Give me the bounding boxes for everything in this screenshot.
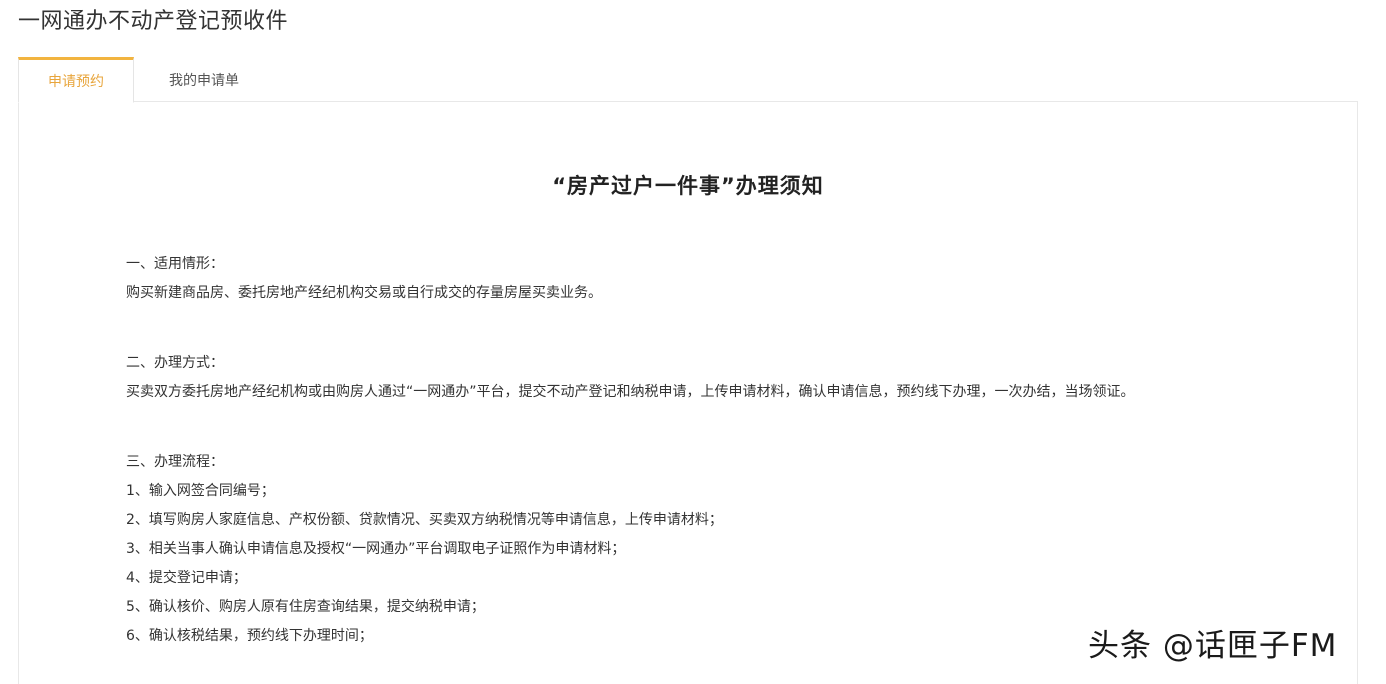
page-root: 一网通办不动产登记预收件 申请预约 我的申请单 “房产过户一件事”办理须知 一、… [0, 0, 1386, 684]
page-title: 一网通办不动产登记预收件 [18, 9, 289, 34]
tab-bar: 申请预约 我的申请单 [18, 57, 274, 103]
section-heading: 一、适用情形： [126, 256, 224, 272]
notice-title: “房产过户一件事”办理须知 [552, 174, 824, 198]
section-text: 买卖双方委托房地产经纪机构或由购房人通过“一网通办”平台，提交不动产登记和纳税申… [126, 384, 1135, 400]
section-processing-flow: 三、办理流程： 1、输入网签合同编号； 2、填写购房人家庭信息、产权份额、贷款情… [126, 448, 1256, 651]
flow-step: 2、填写购房人家庭信息、产权份额、贷款情况、买卖双方纳税情况等申请信息，上传申请… [126, 512, 723, 528]
section-heading: 二、办理方式： [126, 355, 224, 371]
flow-step: 4、提交登记申请； [126, 570, 247, 586]
tab-my-applications[interactable]: 我的申请单 [134, 57, 274, 101]
tab-apply-appointment[interactable]: 申请预约 [18, 57, 134, 103]
section-heading: 三、办理流程： [126, 454, 224, 470]
section-processing-method: 二、办理方式： 买卖双方委托房地产经纪机构或由购房人通过“一网通办”平台，提交不… [126, 349, 1256, 407]
flow-step: 6、确认核税结果，预约线下办理时间； [126, 628, 373, 644]
flow-step: 5、确认核价、购房人原有住房查询结果，提交纳税申请； [126, 599, 485, 615]
flow-step: 3、相关当事人确认申请信息及授权“一网通办”平台调取电子证照作为申请材料； [126, 541, 626, 557]
notice-panel: “房产过户一件事”办理须知 一、适用情形： 购买新建商品房、委托房地产经纪机构交… [18, 101, 1358, 684]
flow-step: 1、输入网签合同编号； [126, 483, 275, 499]
notice-content: 一、适用情形： 购买新建商品房、委托房地产经纪机构交易或自行成交的存量房屋买卖业… [126, 250, 1256, 684]
section-applicable-cases: 一、适用情形： 购买新建商品房、委托房地产经纪机构交易或自行成交的存量房屋买卖业… [126, 250, 1256, 308]
watermark-logo: 头条 @话匣子FM [1088, 628, 1338, 664]
section-text: 购买新建商品房、委托房地产经纪机构交易或自行成交的存量房屋买卖业务。 [126, 285, 602, 301]
